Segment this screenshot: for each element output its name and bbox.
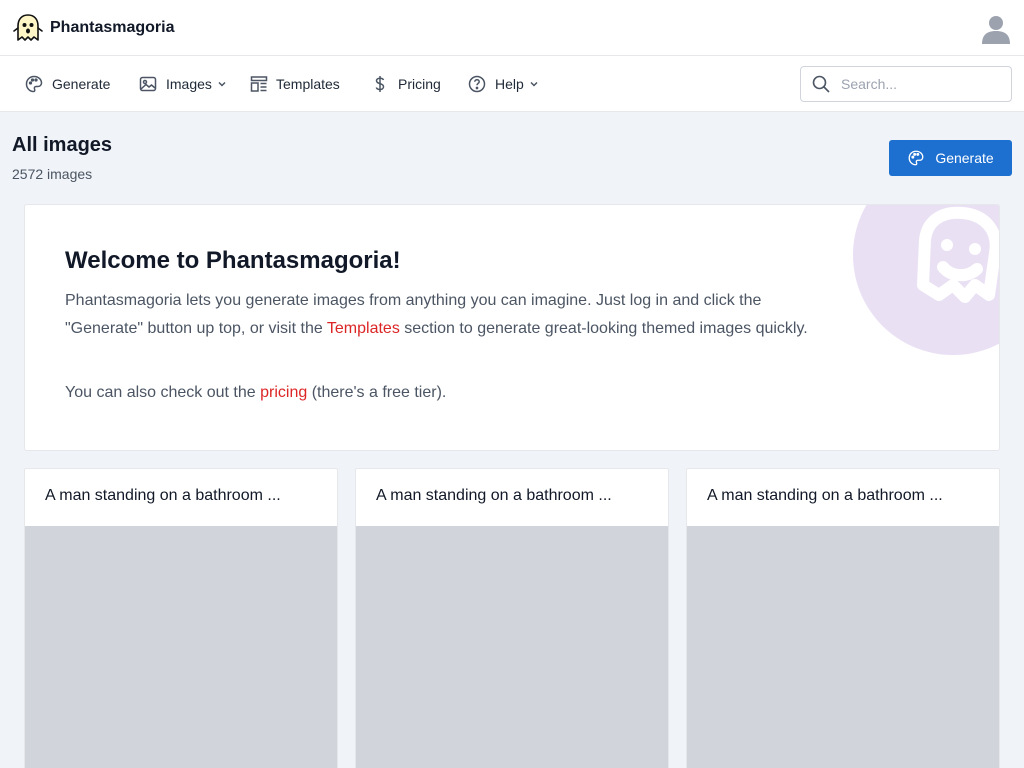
user-avatar-icon[interactable]: [980, 12, 1012, 44]
ghost-decoration-icon: [853, 205, 999, 355]
nav-templates-label: Templates: [276, 76, 340, 92]
pricing-link[interactable]: pricing: [260, 384, 307, 401]
search-input[interactable]: [841, 76, 991, 92]
chevron-down-icon: [530, 81, 538, 87]
ghost-logo-icon: [13, 14, 43, 41]
generate-button[interactable]: Generate: [889, 140, 1012, 176]
image-count: 2572 images: [12, 166, 93, 182]
palette-icon: [908, 150, 924, 166]
generate-button-label: Generate: [935, 150, 994, 166]
nav-pricing[interactable]: Pricing: [370, 56, 441, 112]
welcome-pricing-note: You can also check out the pricing (ther…: [65, 384, 446, 402]
image-thumbnail[interactable]: [356, 526, 668, 768]
image-card[interactable]: A man standing on a bathroom ...: [24, 468, 338, 768]
palette-icon: [25, 75, 43, 93]
image-icon: [139, 76, 157, 92]
nav-help-label: Help: [495, 76, 524, 92]
pricing-note-text: You can also check out the: [65, 384, 261, 401]
image-card-title: A man standing on a bathroom ...: [707, 487, 943, 504]
main-nav: Generate Images Templates Pricing Help S…: [0, 56, 1024, 112]
nav-pricing-label: Pricing: [398, 76, 441, 92]
nav-help[interactable]: Help: [467, 56, 539, 112]
help-circle-icon: [468, 75, 486, 93]
image-card-title: A man standing on a bathroom ...: [45, 487, 281, 504]
image-card-title: A man standing on a bathroom ...: [376, 487, 612, 504]
nav-images[interactable]: Images: [138, 56, 227, 112]
search-box[interactable]: [800, 66, 1012, 102]
welcome-panel: Welcome to Phantasmagoria! Phantasmagori…: [24, 204, 1000, 451]
templates-link[interactable]: Templates: [327, 320, 400, 337]
brand-logo-link[interactable]: Phantasmagoria: [12, 12, 174, 44]
chevron-down-icon: [218, 81, 226, 87]
top-bar: Phantasmagoria: [0, 0, 1024, 56]
nav-templates[interactable]: Templates: [250, 56, 340, 112]
page-title: All images: [12, 134, 113, 156]
welcome-intro-text-end: section to generate great-looking themed…: [399, 319, 808, 337]
templates-icon: [250, 76, 268, 92]
image-card[interactable]: A man standing on a bathroom ...: [355, 468, 669, 768]
nav-generate-label: Generate: [52, 76, 111, 92]
pricing-note-text-end: (there's a free tier).: [307, 384, 447, 401]
welcome-intro: Phantasmagoria lets you generate images …: [65, 287, 825, 342]
search-icon: [812, 75, 830, 93]
dollar-icon: [375, 76, 385, 92]
image-card[interactable]: A man standing on a bathroom ...: [686, 468, 1000, 768]
image-thumbnail[interactable]: [25, 526, 337, 768]
nav-images-label: Images: [166, 76, 212, 92]
welcome-title: Welcome to Phantasmagoria!: [65, 247, 401, 274]
nav-generate[interactable]: Generate: [24, 56, 110, 112]
image-thumbnail[interactable]: [687, 526, 999, 768]
brand-name: Phantasmagoria: [50, 19, 175, 36]
